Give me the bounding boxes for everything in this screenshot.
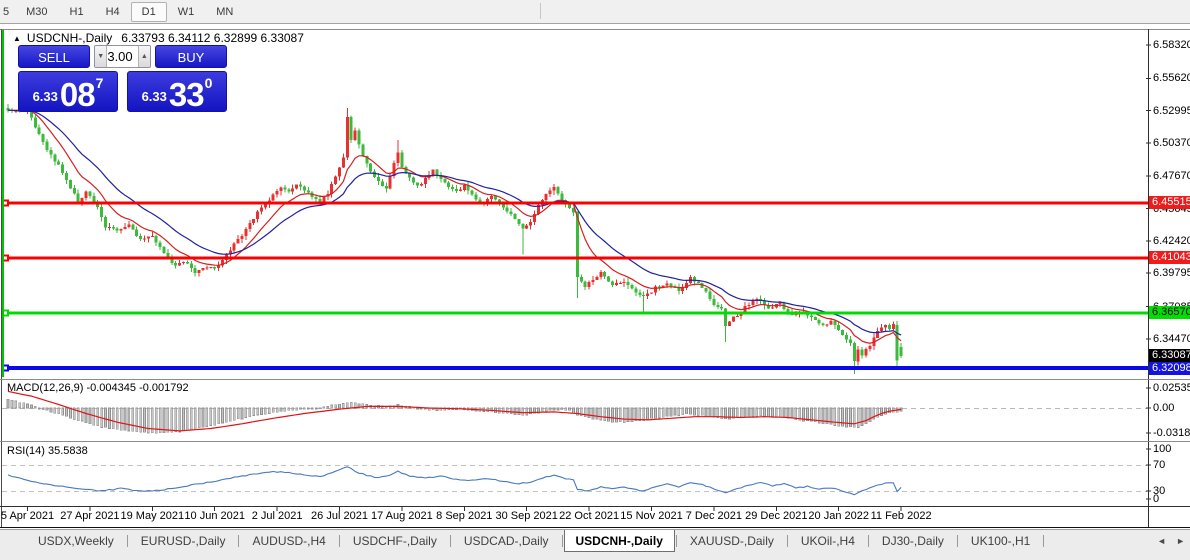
tab-separator (339, 535, 340, 547)
tab-separator (562, 535, 563, 547)
volume-input[interactable]: 3.00 (107, 46, 137, 67)
tf-button-h1[interactable]: H1 (59, 2, 95, 22)
sell-price-display[interactable]: 6.33087 (18, 71, 118, 112)
sell-price-sup: 7 (96, 75, 104, 91)
chart-tab-usdcnh-daily[interactable]: USDCNH-,Daily (564, 530, 675, 552)
chart-tab-usdcad-daily[interactable]: USDCAD-,Daily (452, 530, 561, 552)
collapse-panel-icon[interactable]: ▲ (13, 34, 21, 43)
sell-price-prefix: 6.33 (33, 89, 58, 104)
chart-tab-usdx-weekly[interactable]: USDX,Weekly (26, 530, 126, 552)
volume-decrease-button[interactable]: ▼ (95, 46, 107, 67)
buy-button[interactable]: BUY (155, 45, 227, 68)
toolbar-divider (540, 3, 541, 19)
buy-price-big: 33 (169, 81, 204, 109)
chart-ohlc-values: 6.33793 6.34112 6.32899 6.33087 (121, 31, 304, 45)
chart-tab-audusd-h4[interactable]: AUDUSD-,H4 (240, 530, 337, 552)
timeframe-toolbar: 5M30H1H4D1W1MN (0, 0, 1190, 24)
chart-title: ▲ USDCNH-,Daily 6.33793 6.34112 6.32899 6.… (13, 31, 304, 45)
chart-tab-bar: USDX,WeeklyEURUSD-,DailyAUDUSD-,H4USDCHF… (0, 529, 1190, 560)
chart-symbol-label: USDCNH-,Daily (27, 31, 112, 45)
tab-separator (787, 535, 788, 547)
buy-price-prefix: 6.33 (142, 89, 167, 104)
tab-separator (238, 535, 239, 547)
macd-indicator-label: MACD(12,26,9) -0.004345 -0.001792 (7, 382, 189, 394)
buy-price-display[interactable]: 6.33330 (127, 71, 227, 112)
chart-tab-xauusd-daily[interactable]: XAUUSD-,Daily (678, 530, 786, 552)
tab-separator (127, 535, 128, 547)
mt4-terminal: 5M30H1H4D1W1MN ▲ USDCNH-,Daily 6.33793 6.3… (0, 0, 1190, 560)
tab-separator (676, 535, 677, 547)
rsi-indicator-label: RSI(14) 35.5838 (7, 445, 88, 457)
tab-separator (868, 535, 869, 547)
tf-button-5[interactable]: 5 (0, 2, 15, 22)
chart-tab-uk100-h1[interactable]: UK100-,H1 (959, 530, 1042, 552)
chart-tab-eurusd-daily[interactable]: EURUSD-,Daily (129, 530, 238, 552)
chart-tab-ukoil-h4[interactable]: UKOil-,H4 (789, 530, 867, 552)
chart-tab-usdchf-daily[interactable]: USDCHF-,Daily (341, 530, 449, 552)
chart-tabs: USDX,WeeklyEURUSD-,DailyAUDUSD-,H4USDCHF… (26, 530, 1045, 552)
tab-separator (1043, 535, 1044, 547)
sell-price-big: 08 (60, 81, 95, 109)
buy-price-sup: 0 (205, 75, 213, 91)
tf-button-d1[interactable]: D1 (131, 2, 167, 22)
tf-button-mn[interactable]: MN (205, 2, 244, 22)
chart-tab-dj30-daily[interactable]: DJ30-,Daily (870, 530, 956, 552)
one-click-trade-panel: SELL ▼ 3.00 ▲ BUY 6.33087 6.33330 (18, 45, 227, 112)
tabs-scroll-left-icon[interactable]: ◄ (1157, 536, 1166, 546)
tabs-scroll-right-icon[interactable]: ► (1176, 536, 1185, 546)
sell-button[interactable]: SELL (18, 45, 90, 68)
tf-button-w1[interactable]: W1 (167, 2, 206, 22)
volume-spinner: ▼ 3.00 ▲ (94, 45, 151, 68)
volume-increase-button[interactable]: ▲ (138, 46, 150, 67)
tab-separator (450, 535, 451, 547)
tab-separator (957, 535, 958, 547)
tf-button-m30[interactable]: M30 (15, 2, 58, 22)
tf-button-h4[interactable]: H4 (95, 2, 131, 22)
